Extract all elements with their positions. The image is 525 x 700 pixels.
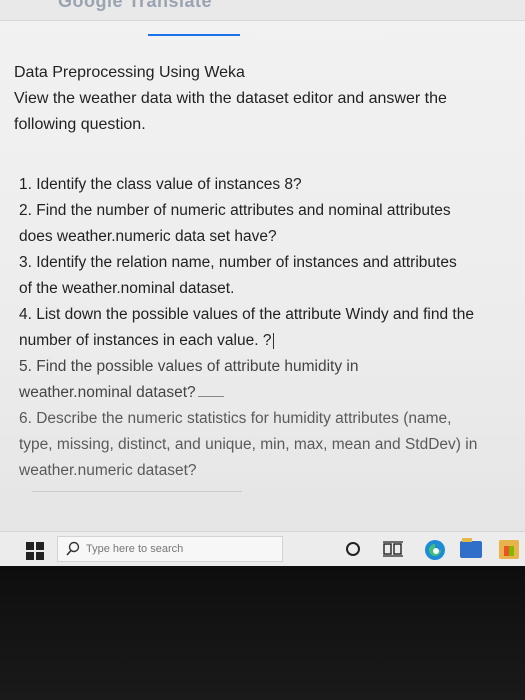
task-view-icon[interactable] (383, 541, 403, 557)
intro-line: Data Preprocessing Using Weka (14, 64, 245, 81)
screen: Google Translate Data Preprocessing Usin… (0, 0, 525, 567)
question-4-line: 4. List down the possible values of the … (19, 306, 474, 323)
top-bar: Google Translate (0, 0, 525, 20)
question-list: 1. Identify the class value of instances… (19, 172, 525, 484)
question-2-line: does weather.numeric data set have? (19, 228, 277, 245)
question-4-line: number of instances in each value. ? (19, 332, 272, 349)
windows-start-icon[interactable] (26, 542, 44, 560)
answer-blank[interactable] (197, 396, 224, 397)
file-explorer-icon[interactable] (460, 538, 482, 558)
app-title: Google Translate (58, 0, 213, 11)
question-3-line: of the weather.nominal dataset. (19, 280, 235, 297)
taskbar-search-box[interactable] (57, 536, 283, 562)
edge-icon[interactable] (424, 539, 446, 561)
search-icon (66, 541, 80, 556)
question-6-line: type, missing, distinct, and unique, min… (19, 436, 478, 453)
active-tab-indicator[interactable] (148, 34, 240, 36)
intro-line: following question. (14, 116, 146, 133)
question-1: 1. Identify the class value of instances… (19, 176, 302, 193)
question-4-line-wrap: number of instances in each value. ? (19, 328, 525, 354)
intro-line: View the weather data with the dataset e… (14, 90, 447, 107)
question-3-line: 3. Identify the relation name, number of… (19, 254, 457, 271)
answer-line[interactable] (32, 491, 242, 492)
question-5-line-wrap: weather.nominal dataset? (19, 380, 525, 406)
search-input[interactable] (86, 543, 276, 555)
store-icon[interactable] (499, 540, 519, 559)
cortana-icon[interactable] (346, 542, 360, 556)
question-5-line: 5. Find the possible values of attribute… (19, 358, 359, 375)
top-divider (0, 20, 525, 21)
question-2-line: 2. Find the number of numeric attributes… (19, 202, 451, 219)
question-6-line: weather.numeric dataset? (19, 462, 197, 479)
question-6-line: 6. Describe the numeric statistics for h… (19, 410, 452, 427)
taskbar (0, 531, 525, 567)
text-cursor (273, 332, 275, 349)
question-5-line: weather.nominal dataset? (19, 384, 196, 401)
intro-text: Data Preprocessing Using Weka View the w… (14, 60, 514, 138)
monitor-bezel (0, 566, 525, 700)
